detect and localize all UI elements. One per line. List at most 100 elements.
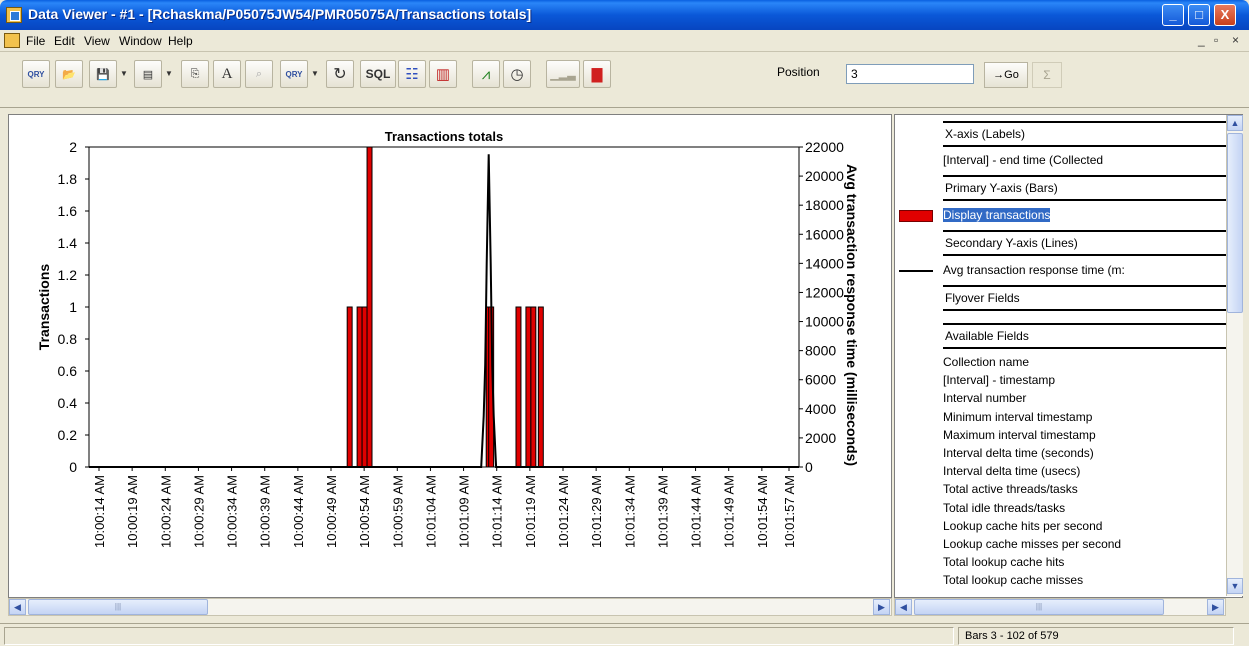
mdi-restore-button[interactable]: ▫ xyxy=(1214,33,1218,47)
available-field-item[interactable]: Total active threads/tasks xyxy=(943,482,1078,496)
x-tick-label: 10:00:49 AM xyxy=(324,475,339,548)
available-field-item[interactable]: Total lookup cache misses xyxy=(943,573,1083,587)
status-bars-range: Bars 3 - 102 of 579 xyxy=(958,627,1234,645)
copy-button[interactable]: ⎘ xyxy=(181,60,209,88)
open-button[interactable]: 📂 xyxy=(55,60,83,88)
available-field-item[interactable]: Lookup cache hits per second xyxy=(943,519,1102,533)
histogram-icon: ▁▂▃ xyxy=(550,68,576,81)
title-bar[interactable]: Data Viewer - #1 - [Rchaskma/P05075JW54/… xyxy=(0,0,1249,30)
bar-chart-button[interactable]: ▥ xyxy=(429,60,457,88)
scroll-down-arrow[interactable]: ▼ xyxy=(1227,578,1243,594)
available-field-item[interactable]: Total idle threads/tasks xyxy=(943,501,1065,515)
field-list-vertical-scrollbar[interactable]: ▲ ▼ xyxy=(1226,115,1243,596)
x-tick-label: 10:01:14 AM xyxy=(490,475,505,548)
secondary-yaxis-field[interactable]: Avg transaction response time (m: xyxy=(943,263,1227,277)
available-field-item[interactable]: Minimum interval timestamp xyxy=(943,410,1092,424)
available-field-item[interactable]: Interval delta time (seconds) xyxy=(943,446,1094,460)
mdi-minimize-button[interactable]: _ xyxy=(1198,33,1205,47)
query-options-button[interactable]: QRY xyxy=(280,60,308,88)
menu-view[interactable]: View xyxy=(84,34,110,48)
refresh-icon: ↻ xyxy=(333,66,347,83)
y-axis-label: Transactions xyxy=(36,264,52,351)
properties-dropdown[interactable]: ▼ xyxy=(163,60,175,88)
legend-icon: ▇ xyxy=(591,65,603,82)
scroll-right-arrow[interactable]: ▶ xyxy=(873,599,890,615)
response-time-line xyxy=(89,154,799,468)
x-tick-label: 10:00:14 AM xyxy=(92,475,107,548)
query-options-dropdown[interactable]: ▼ xyxy=(309,60,321,88)
close-button[interactable]: X xyxy=(1214,4,1236,26)
x-tick-label: 10:01:57 AM xyxy=(782,475,797,548)
field-list-pane[interactable]: X-axis (Labels) [Interval] - end time (C… xyxy=(894,114,1243,598)
bar xyxy=(515,306,522,468)
menu-edit[interactable]: Edit xyxy=(54,34,75,48)
x-tick-label: 10:00:54 AM xyxy=(357,475,372,548)
find-button[interactable]: ⌕ xyxy=(245,60,273,88)
field-scroll-right-arrow[interactable]: ▶ xyxy=(1207,599,1224,615)
y-tick-label: 0 xyxy=(69,459,77,475)
y-tick-label: 1.2 xyxy=(58,267,78,283)
y2-tick-label: 8000 xyxy=(805,343,836,359)
sql-icon: SQL xyxy=(365,67,391,81)
minimize-button[interactable]: _ xyxy=(1162,4,1184,26)
y2-tick-label: 6000 xyxy=(805,372,836,388)
x-tick-label: 10:00:39 AM xyxy=(258,475,273,548)
y-tick-label: 1 xyxy=(69,299,77,315)
bar xyxy=(537,306,544,468)
chart-pane[interactable]: Transactions totals 0 0.2 0.4 0.6 0.8 1 1.2 1.4 1… xyxy=(8,114,892,598)
sum-button[interactable]: Σ xyxy=(1032,62,1062,88)
available-field-item[interactable]: Maximum interval timestamp xyxy=(943,428,1096,442)
go-button[interactable]: →Go xyxy=(984,62,1028,88)
chart-horizontal-scrollbar[interactable]: ◀ ||| ▶ xyxy=(8,598,892,616)
folder-icon: 📂 xyxy=(62,68,76,81)
menu-file[interactable]: File xyxy=(26,34,45,48)
field-scroll-left-arrow[interactable]: ◀ xyxy=(895,599,912,615)
refresh-button[interactable]: ↻ xyxy=(326,60,354,88)
field-list-scroll-thumb[interactable] xyxy=(1227,133,1243,313)
x-tick-label: 10:01:49 AM xyxy=(722,475,737,548)
y2-tick-label: 10000 xyxy=(805,314,844,330)
scroll-left-arrow[interactable]: ◀ xyxy=(9,599,26,615)
properties-button[interactable]: ▤ xyxy=(134,60,162,88)
document-icon[interactable] xyxy=(4,33,20,48)
y-tick-label: 1.8 xyxy=(58,171,78,187)
y2-tick-label: 22000 xyxy=(805,139,844,155)
font-button[interactable]: A xyxy=(213,60,241,88)
x-tick-label: 10:01:04 AM xyxy=(423,475,438,548)
y-tick-label: 1.4 xyxy=(58,235,78,251)
query-icon: QRY xyxy=(27,69,45,79)
table-view-button[interactable]: ☷ xyxy=(398,60,426,88)
maximize-button[interactable]: □ xyxy=(1188,4,1210,26)
available-field-item[interactable]: Interval delta time (usecs) xyxy=(943,464,1080,478)
field-list-hscroll-thumb[interactable]: ||| xyxy=(914,599,1164,615)
xaxis-field[interactable]: [Interval] - end time (Collected xyxy=(943,153,1227,167)
window-title: Data Viewer - #1 - [Rchaskma/P05075JW54/… xyxy=(28,6,532,22)
histogram-button[interactable]: ▁▂▃ xyxy=(546,60,580,88)
mdi-close-button[interactable]: × xyxy=(1232,33,1239,47)
chart-scroll-thumb[interactable]: ||| xyxy=(28,599,208,615)
position-label: Position xyxy=(777,65,820,79)
x-tick-label: 10:00:19 AM xyxy=(125,475,140,548)
available-field-item[interactable]: Interval number xyxy=(943,391,1026,405)
primary-yaxis-field[interactable]: Display transactions xyxy=(943,208,1227,222)
position-input[interactable] xyxy=(846,64,974,84)
query-button[interactable]: QRY xyxy=(22,60,50,88)
line-chart-button[interactable]: ⩘ xyxy=(472,60,500,88)
primary-yaxis-field-label: Display transactions xyxy=(943,208,1051,222)
available-field-item[interactable]: Lookup cache misses per second xyxy=(943,537,1121,551)
menu-window[interactable]: Window xyxy=(119,34,162,48)
x-tick-label: 10:00:24 AM xyxy=(158,475,173,548)
available-field-item[interactable]: Total lookup cache hits xyxy=(943,555,1064,569)
field-list-horizontal-scrollbar[interactable]: ◀ ||| ▶ xyxy=(894,598,1226,616)
time-button[interactable]: ◷ xyxy=(503,60,531,88)
legend-toggle-button[interactable]: ▇ xyxy=(583,60,611,88)
save-dropdown[interactable]: ▼ xyxy=(118,60,130,88)
scroll-up-arrow[interactable]: ▲ xyxy=(1227,115,1243,131)
available-field-item[interactable]: [Interval] - timestamp xyxy=(943,373,1055,387)
menu-help[interactable]: Help xyxy=(168,34,193,48)
app-icon[interactable] xyxy=(6,7,22,23)
available-field-item[interactable]: Collection name xyxy=(943,355,1029,369)
save-button[interactable]: 💾 xyxy=(89,60,117,88)
chart-canvas[interactable]: Transactions totals 0 0.2 0.4 0.6 0.8 1 1.2 1.4 1… xyxy=(9,115,891,597)
sql-button[interactable]: SQL xyxy=(360,60,396,88)
